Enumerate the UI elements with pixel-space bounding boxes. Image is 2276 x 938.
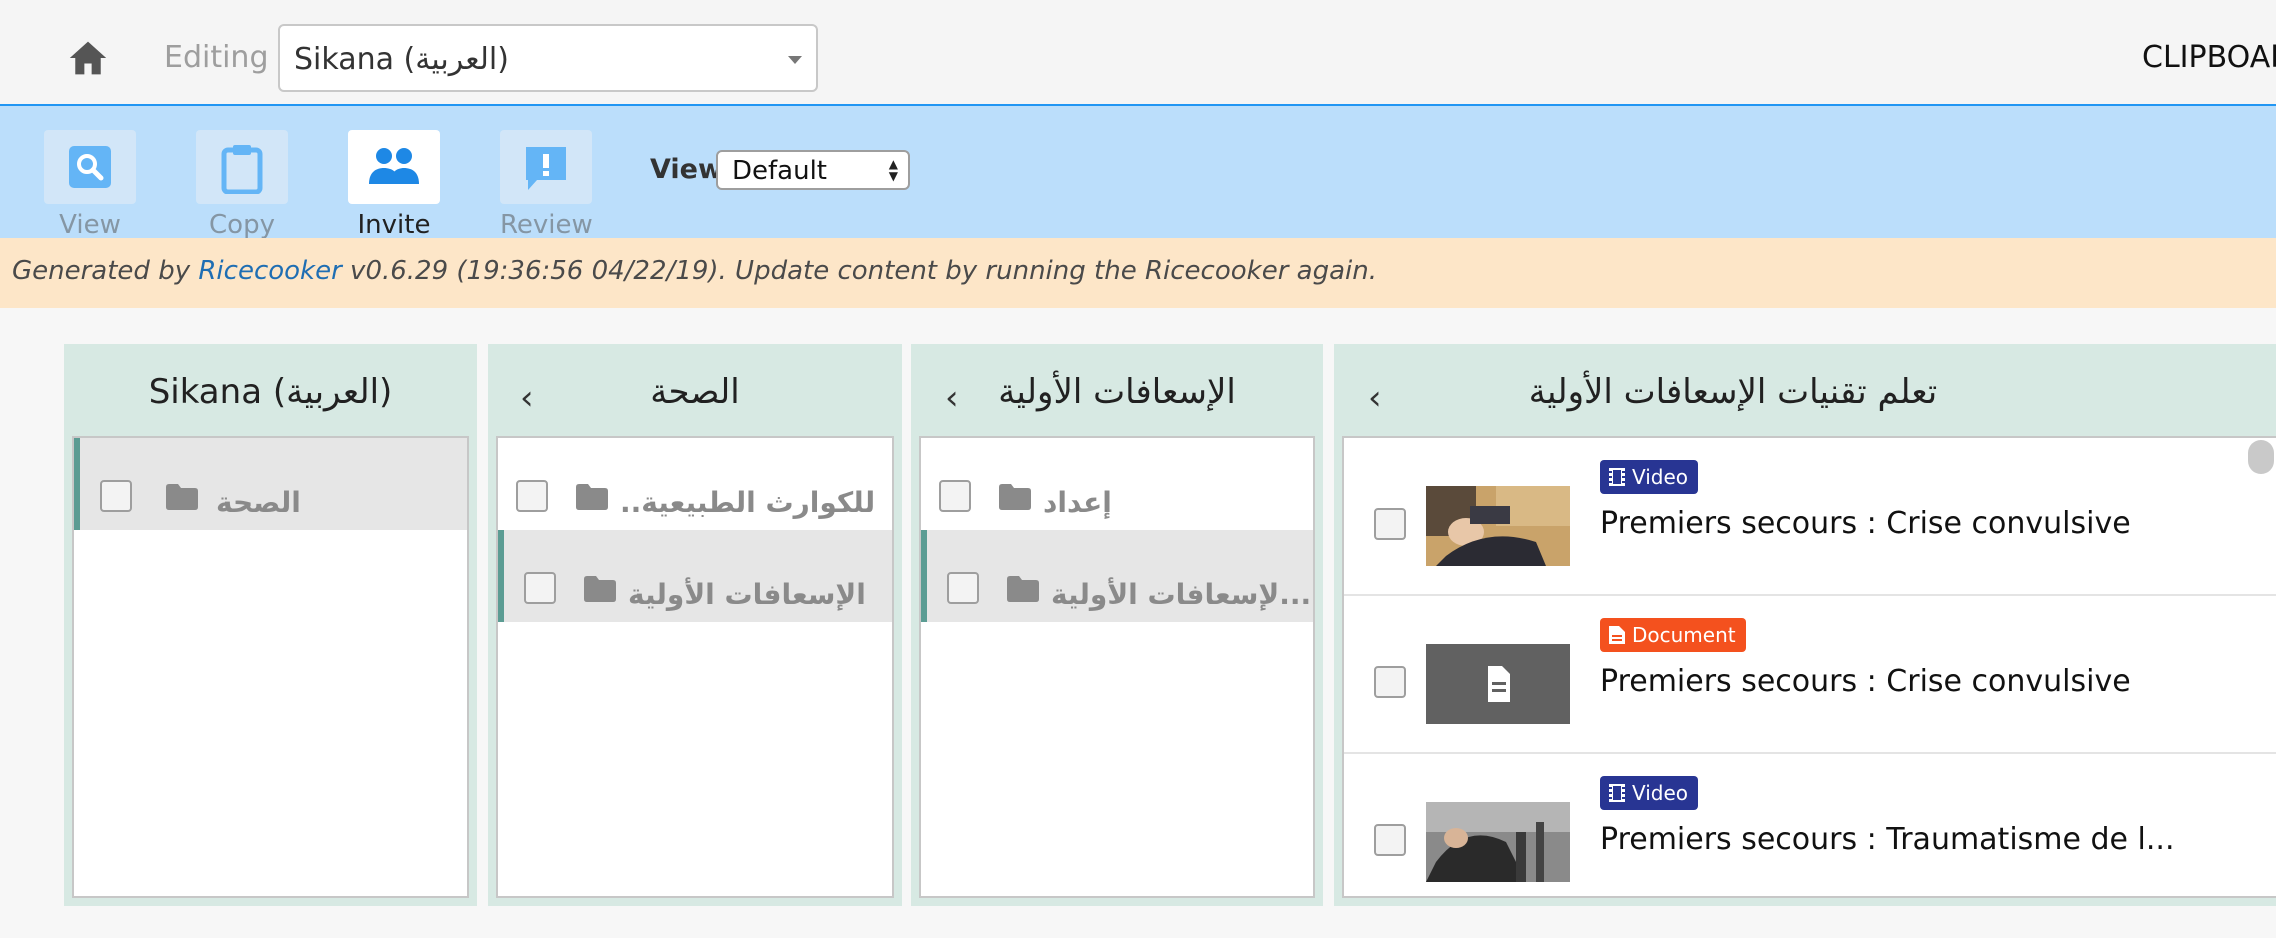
folder-row[interactable]: إعداد xyxy=(921,438,1313,530)
document-thumbnail xyxy=(1426,644,1570,724)
top-bar: Editing Sikana (العربية) CLIPBOARD xyxy=(0,0,2276,106)
folder-name: الإسعافات الأولية xyxy=(628,578,866,611)
document-icon xyxy=(1488,666,1510,702)
column-title: تعلم تقنيات الإسعافات الأولية xyxy=(1528,372,1938,412)
folder-row[interactable]: ...لإسعافات الأولية xyxy=(921,530,1313,622)
folder-name: الصحة xyxy=(216,486,301,519)
folder-icon xyxy=(999,484,1031,510)
folder-checkbox[interactable] xyxy=(947,572,979,604)
folder-row[interactable]: الصحة xyxy=(74,438,467,530)
column-title: الإسعافات الأولية xyxy=(998,372,1236,412)
folder-name: ...لإسعافات الأولية xyxy=(1051,578,1312,611)
column-first-aid-techniques: ‹ تعلم تقنيات الإسعافات الأولية Video Pr… xyxy=(1334,344,2276,906)
clipboard-icon xyxy=(221,145,263,194)
badge-label: Video xyxy=(1632,465,1689,489)
file-icon xyxy=(1609,626,1625,644)
home-icon[interactable] xyxy=(66,38,110,78)
column-list: إعداد ...لإسعافات الأولية xyxy=(919,436,1315,898)
editing-label: Editing xyxy=(164,40,269,75)
banner-text: Generated by Ricecooker v0.6.29 (19:36:5… xyxy=(12,256,1377,286)
banner-suffix: v0.6.29 (19:36:56 04/22/19). Update cont… xyxy=(341,256,1377,286)
item-title: Premiers secours : Crise convulsive xyxy=(1600,506,2131,541)
document-badge: Document xyxy=(1600,618,1746,652)
badge-label: Video xyxy=(1632,781,1689,805)
channel-select-value: Sikana (العربية) xyxy=(294,42,509,77)
ricecooker-link[interactable]: Ricecooker xyxy=(198,256,341,286)
column-channel-root: Sikana (العربية) الصحة xyxy=(64,344,477,906)
item-checkbox[interactable] xyxy=(1374,508,1406,540)
video-thumbnail xyxy=(1426,802,1570,882)
folder-icon xyxy=(166,484,198,510)
item-checkbox[interactable] xyxy=(1374,666,1406,698)
copy-tool-label: Copy xyxy=(209,210,275,240)
review-tool-label: Review xyxy=(500,210,593,240)
view-tool-button[interactable]: View xyxy=(44,130,136,240)
content-list: Video Premiers secours : Crise convulsiv… xyxy=(1342,436,2276,898)
folder-checkbox[interactable] xyxy=(516,480,548,512)
review-tool-button[interactable]: Review xyxy=(500,130,593,240)
chevron-down-icon xyxy=(788,56,802,64)
folder-icon xyxy=(1007,576,1039,602)
people-icon xyxy=(369,148,419,184)
video-thumbnail xyxy=(1426,486,1570,566)
copy-tool-button[interactable]: Copy xyxy=(196,130,288,240)
select-arrows-icon: ▲ ▼ xyxy=(888,157,898,183)
video-badge: Video xyxy=(1600,460,1699,494)
folder-checkbox[interactable] xyxy=(939,480,971,512)
banner-prefix: Generated by xyxy=(12,256,199,286)
content-item-row[interactable]: Video Premiers secours : Crise convulsiv… xyxy=(1344,438,2276,596)
folder-checkbox[interactable] xyxy=(100,480,132,512)
video-badge: Video xyxy=(1600,776,1699,810)
folder-row[interactable]: للكوارث الطبيعية.. xyxy=(498,438,892,530)
folder-name: للكوارث الطبيعية.. xyxy=(620,486,876,519)
folder-icon xyxy=(584,576,616,602)
content-item-row[interactable]: Document Premiers secours : Crise convul… xyxy=(1344,596,2276,754)
channel-select[interactable]: Sikana (العربية) xyxy=(278,24,818,92)
column-title: Sikana (العربية) xyxy=(148,372,393,412)
view-mode-label: View xyxy=(650,154,723,185)
view-mode-select[interactable]: Default ▲ ▼ xyxy=(716,150,910,190)
view-tool-label: View xyxy=(59,210,121,240)
search-icon xyxy=(69,146,111,188)
folder-checkbox[interactable] xyxy=(524,572,556,604)
content-item-row[interactable]: Video Premiers secours : Traumatisme de … xyxy=(1344,754,2276,896)
column-list: للكوارث الطبيعية.. الإسعافات الأولية xyxy=(496,436,894,898)
column-title: الصحة xyxy=(650,372,740,412)
film-icon xyxy=(1609,784,1625,802)
column-list: الصحة xyxy=(72,436,469,898)
film-icon xyxy=(1609,468,1625,486)
review-icon xyxy=(526,147,566,190)
folder-icon xyxy=(576,484,608,510)
toolbar: View Copy Invite Review xyxy=(0,106,2276,240)
invite-tool-button[interactable]: Invite xyxy=(348,130,440,240)
clipboard-button[interactable]: CLIPBOARD xyxy=(2142,40,2276,75)
item-title: Premiers secours : Crise convulsive xyxy=(1600,664,2131,699)
invite-tool-label: Invite xyxy=(357,210,431,240)
folder-row[interactable]: الإسعافات الأولية xyxy=(498,530,892,622)
badge-label: Document xyxy=(1632,623,1736,647)
view-mode-value: Default xyxy=(732,156,827,186)
item-checkbox[interactable] xyxy=(1374,824,1406,856)
ricecooker-banner: Generated by Ricecooker v0.6.29 (19:36:5… xyxy=(0,238,2276,308)
column-first-aid: ‹ الإسعافات الأولية إعداد ...لإسعافات ال… xyxy=(911,344,1323,906)
folder-name: إعداد xyxy=(1043,486,1112,519)
item-title: Premiers secours : Traumatisme de l... xyxy=(1600,822,2175,857)
column-health: ‹ الصحة للكوارث الطبيعية.. الإسعافات الأ… xyxy=(488,344,902,906)
